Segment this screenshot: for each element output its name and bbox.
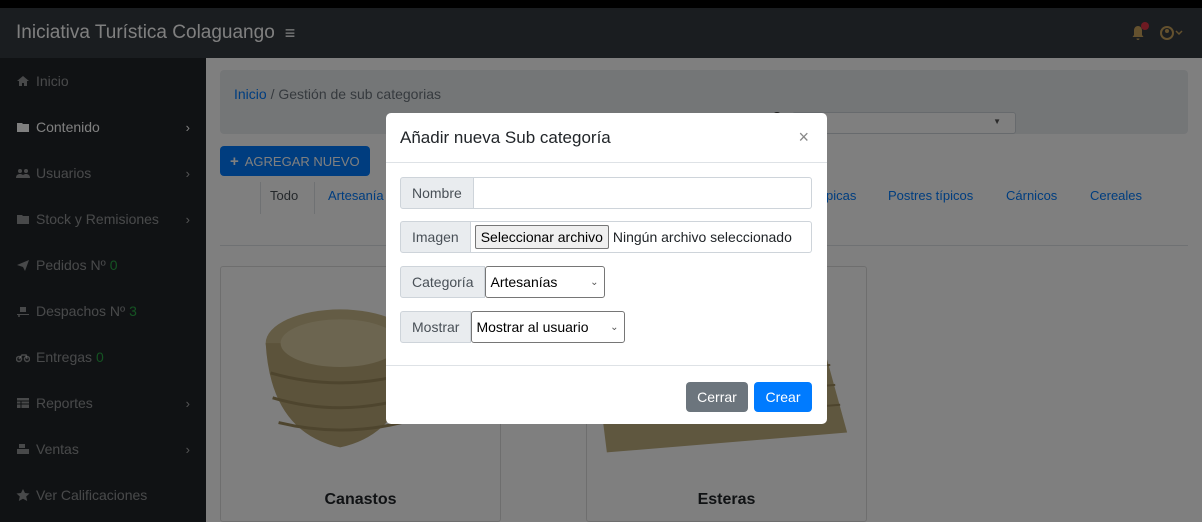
- mostrar-group: Mostrar Mostrar al usuario ⌄: [400, 311, 626, 343]
- modal-footer: Cerrar Crear: [386, 365, 827, 424]
- cancel-button[interactable]: Cerrar: [686, 382, 748, 412]
- categoria-value: Artesanías: [490, 274, 558, 290]
- mostrar-value: Mostrar al usuario: [476, 319, 589, 335]
- nombre-group: Nombre: [400, 177, 812, 209]
- chevron-down-icon: ⌄: [610, 321, 619, 333]
- create-button[interactable]: Crear: [754, 382, 812, 412]
- mostrar-label: Mostrar: [400, 311, 472, 343]
- modal-title: Añadir nueva Sub categoría: [400, 127, 611, 147]
- categoria-label: Categoría: [400, 266, 486, 298]
- categoria-group: Categoría Artesanías ⌄: [400, 266, 606, 298]
- nombre-input[interactable]: [473, 177, 812, 209]
- add-subcategory-modal: Añadir nueva Sub categoría × Nombre Imag…: [386, 113, 827, 424]
- mostrar-select[interactable]: Mostrar al usuario ⌄: [471, 311, 626, 343]
- modal-header: Añadir nueva Sub categoría ×: [386, 113, 827, 163]
- chevron-down-icon: ⌄: [590, 276, 599, 288]
- nombre-label: Nombre: [400, 177, 474, 209]
- file-status: Ningún archivo seleccionado: [612, 229, 792, 245]
- imagen-label: Imagen: [400, 221, 471, 253]
- imagen-file-input[interactable]: Seleccionar archivo Ningún archivo selec…: [470, 221, 812, 253]
- categoria-select[interactable]: Artesanías ⌄: [485, 266, 606, 298]
- select-file-button[interactable]: Seleccionar archivo: [474, 225, 609, 249]
- imagen-group: Imagen Seleccionar archivo Ningún archiv…: [400, 221, 812, 253]
- close-icon[interactable]: ×: [798, 127, 813, 148]
